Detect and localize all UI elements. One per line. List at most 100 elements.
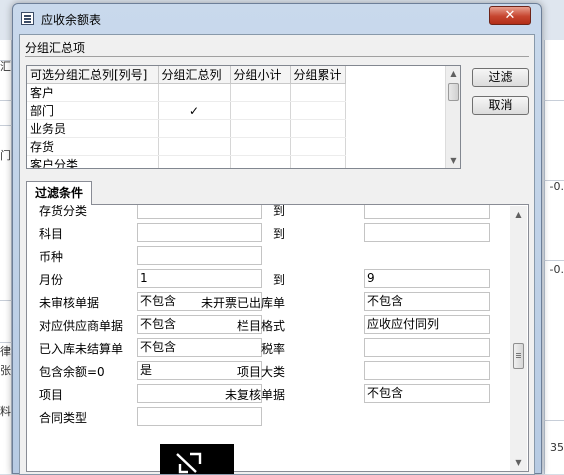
filter-row: 已入库未结算单 不包含 税率 [27, 337, 507, 360]
filter-row: 币种 [27, 245, 507, 268]
filter-input-2[interactable]: 不包含 [364, 292, 490, 311]
filter-input-2[interactable]: 不包含 [364, 384, 490, 403]
group-cell[interactable]: ✓ [158, 101, 231, 120]
table-row[interactable]: 存货 [27, 137, 346, 156]
receivable-balance-dialog: 应收余额表 ✕ 分组汇总项 可选分组汇总列[列号] 分组汇总列 分组小计 分组累… [12, 3, 542, 475]
filter-label-2: 到 [272, 227, 285, 241]
window-icon [21, 12, 34, 25]
filter-input-2[interactable]: 9 [364, 269, 490, 288]
subtotal-cell[interactable] [230, 155, 291, 168]
cumulative-cell[interactable] [290, 155, 346, 168]
subtotal-cell[interactable] [230, 119, 291, 138]
filter-button[interactable]: 过滤 [472, 68, 529, 87]
grid-scrollbar[interactable]: ▲ ▼ [445, 66, 460, 168]
group-cell[interactable] [158, 137, 231, 156]
background-text: -0. [549, 263, 564, 276]
filter-row: 存货分类 到 [27, 204, 507, 222]
filter-label-2: 未开票已出库单 [200, 296, 285, 310]
group-summary-grid[interactable]: 可选分组汇总列[列号] 分组汇总列 分组小计 分组累计 客户 部门 ✓ 业务员 … [26, 65, 461, 169]
group-divider [25, 56, 529, 57]
scroll-down-icon[interactable]: ▼ [510, 454, 527, 471]
filter-label-2: 栏目格式 [236, 319, 285, 333]
filter-label: 项目 [39, 388, 64, 402]
scroll-down-icon[interactable]: ▼ [446, 153, 460, 168]
filter-input-2[interactable] [364, 361, 490, 380]
filter-label-2: 项目大类 [236, 365, 285, 379]
filter-label-2: 税率 [260, 342, 285, 356]
table-row[interactable]: 业务员 [27, 119, 346, 138]
subtotal-cell[interactable] [230, 137, 291, 156]
column-header[interactable]: 分组累计 [290, 66, 346, 84]
filter-label-2: 未复核单据 [224, 388, 285, 402]
table-row[interactable]: 客户分类 [27, 155, 346, 168]
filter-input-2[interactable] [364, 205, 490, 219]
cumulative-cell[interactable] [290, 101, 346, 120]
filter-input[interactable] [137, 205, 262, 219]
background-text: 料 [0, 405, 11, 418]
filter-row: 未审核单据 不包含 未开票已出库单 不包含 [27, 291, 507, 314]
subtotal-cell[interactable] [230, 83, 291, 102]
filter-label: 科目 [39, 227, 64, 241]
column-header[interactable]: 可选分组汇总列[列号] [27, 66, 159, 84]
background-text: 35 [550, 441, 564, 454]
filter-label: 已入库未结算单 [39, 342, 124, 356]
cumulative-cell[interactable] [290, 83, 346, 102]
row-name: 客户分类 [27, 155, 159, 168]
scroll-up-icon[interactable]: ▲ [446, 66, 460, 81]
filter-label-2: 到 [272, 204, 285, 218]
filter-row: 月份 1 到 9 [27, 268, 507, 291]
filter-input[interactable] [137, 246, 262, 265]
background-text: 门 [0, 149, 11, 162]
filter-label: 存货分类 [39, 204, 88, 218]
group-cell[interactable] [158, 83, 231, 102]
filter-input[interactable]: 1 [137, 269, 262, 288]
close-button[interactable]: ✕ [489, 6, 531, 25]
filter-input-2[interactable] [364, 338, 490, 357]
filter-label: 未审核单据 [39, 296, 100, 310]
group-summary-label: 分组汇总项 [25, 41, 86, 55]
background-text: 张 [0, 364, 11, 377]
title-bar[interactable]: 应收余额表 ✕ [13, 4, 541, 32]
group-cell[interactable] [158, 119, 231, 138]
scroll-thumb[interactable] [513, 343, 524, 369]
background-left-panel: 汇 门 律 张 料 [0, 40, 12, 474]
scroll-up-icon[interactable]: ▲ [510, 206, 527, 223]
cursor-icon [176, 452, 202, 474]
background-text: 律 [0, 345, 11, 358]
column-header[interactable]: 分组小计 [230, 66, 291, 84]
filter-row: 包含余额=0 是 项目大类 [27, 360, 507, 383]
subtotal-cell[interactable] [230, 101, 291, 120]
filter-row: 对应供应商单据 不包含 栏目格式 应收应付同列 [27, 314, 507, 337]
filter-input-2[interactable] [364, 223, 490, 242]
filter-input[interactable]: 不包含 [137, 338, 262, 357]
row-name: 部门 [27, 101, 159, 120]
filter-label: 对应供应商单据 [39, 319, 124, 333]
filter-panel-scrollbar[interactable]: ▲ ▼ [510, 206, 527, 471]
filter-label: 月份 [39, 273, 64, 287]
cumulative-cell[interactable] [290, 119, 346, 138]
cancel-button[interactable]: 取消 [472, 96, 529, 115]
cursor-overlay [160, 444, 234, 474]
filter-input-2[interactable]: 应收应付同列 [364, 315, 490, 334]
filter-label-2: 到 [272, 273, 285, 287]
filter-input[interactable] [137, 223, 262, 242]
filter-row: 合同类型 [27, 406, 507, 429]
filter-conditions-panel: 存货分类 到 科目 到 币种 月份 1 到 9 未审核单据 不包含 未开票已出库… [26, 204, 529, 472]
scroll-thumb[interactable] [448, 83, 459, 101]
row-name: 存货 [27, 137, 159, 156]
group-cell[interactable] [158, 155, 231, 168]
filter-input[interactable] [137, 407, 262, 426]
table-row[interactable]: 客户 [27, 83, 346, 102]
row-name: 客户 [27, 83, 159, 102]
tab-filter-conditions[interactable]: 过滤条件 [26, 181, 92, 205]
table-row[interactable]: 部门 ✓ [27, 101, 346, 120]
cumulative-cell[interactable] [290, 137, 346, 156]
filter-label: 币种 [39, 250, 64, 264]
filter-label: 合同类型 [39, 411, 88, 425]
filter-label: 包含余额=0 [39, 365, 105, 379]
row-name: 业务员 [27, 119, 159, 138]
column-header[interactable]: 分组汇总列 [158, 66, 231, 84]
dialog-body: 分组汇总项 可选分组汇总列[列号] 分组汇总列 分组小计 分组累计 客户 部门 … [19, 34, 535, 475]
background-right-panel: -0. -0. 35 [544, 40, 564, 474]
window-title: 应收余额表 [41, 13, 102, 27]
